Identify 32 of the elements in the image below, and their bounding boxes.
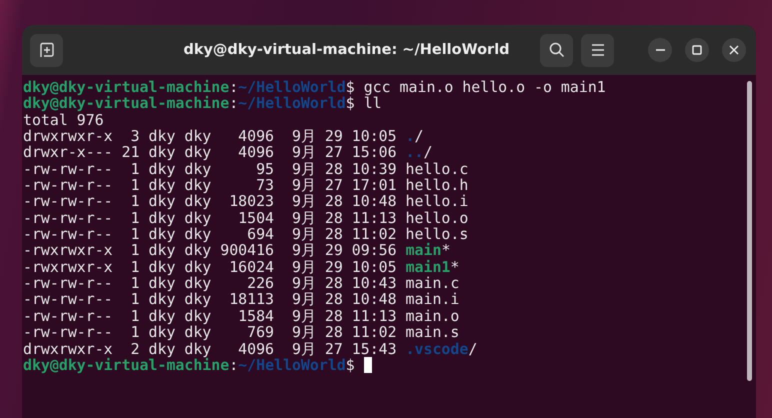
new-tab-button[interactable] <box>30 34 63 66</box>
minimize-button[interactable] <box>648 38 672 62</box>
maximize-icon <box>692 45 702 55</box>
terminal-line: dky@dky-virtual-machine:~/HelloWorld$ ll <box>23 95 382 112</box>
terminal-line: -rw-rw-r-- 1 dky dky 1504 9月 28 11:13 hello.o <box>23 210 470 226</box>
scrollbar[interactable] <box>747 81 752 381</box>
menu-button[interactable] <box>581 34 614 66</box>
terminal-line: dky@dky-virtual-machine:~/HelloWorld$ gcc main.o hello.o -o main1 <box>23 79 607 96</box>
terminal-line: -rw-rw-r-- 1 dky dky 18113 9月 28 10:48 main.i <box>23 291 460 308</box>
terminal-line: drwxr-x--- 21 dky dky 4096 9月 27 15:06 ../ <box>23 144 434 161</box>
close-icon <box>729 45 739 55</box>
terminal-line: total 976 <box>23 112 104 128</box>
terminal-line: -rw-rw-r-- 1 dky dky 226 9月 28 10:43 main.c <box>23 275 460 292</box>
terminal-line: -rw-rw-r-- 1 dky dky 769 9月 28 11:02 main.s <box>23 324 460 340</box>
terminal-line: -rwxrwxr-x 1 dky dky 900416 9月 29 09:56 main* <box>23 242 452 259</box>
terminal-line: -rw-rw-r-- 1 dky dky 18023 9月 28 10:48 hello.i <box>23 193 470 210</box>
terminal-line: -rw-rw-r-- 1 dky dky 694 9月 28 11:02 hello.s <box>23 226 470 242</box>
terminal-line: -rw-rw-r-- 1 dky dky 95 9月 28 10:39 hello.c <box>23 160 470 178</box>
terminal-line: dky@dky-virtual-machine:~/HelloWorld$ <box>23 356 747 374</box>
maximize-button[interactable] <box>685 38 709 62</box>
terminal-line: -rw-rw-r-- 1 dky dky 1584 9月 28 11:13 main.o <box>23 308 460 324</box>
terminal-line: drwxrwxr-x 3 dky dky 4096 9月 29 10:05 ./ <box>23 128 424 144</box>
terminal-line: drwxrwxr-x 2 dky dky 4096 9月 27 15:43 .vscode/ <box>23 340 478 357</box>
new-tab-icon <box>38 42 54 58</box>
minimize-icon <box>656 49 664 51</box>
menu-icon <box>590 44 604 56</box>
search-icon <box>548 42 564 58</box>
search-button[interactable] <box>540 34 573 66</box>
window-title: dky@dky-virtual-machine: ~/HelloWorld <box>182 42 511 58</box>
terminal-line: -rw-rw-r-- 1 dky dky 73 9月 27 17:01 hello.h <box>23 177 470 194</box>
close-button[interactable] <box>722 38 746 62</box>
terminal-line: -rwxrwxr-x 1 dky dky 16024 9月 29 10:05 main1* <box>23 258 460 276</box>
